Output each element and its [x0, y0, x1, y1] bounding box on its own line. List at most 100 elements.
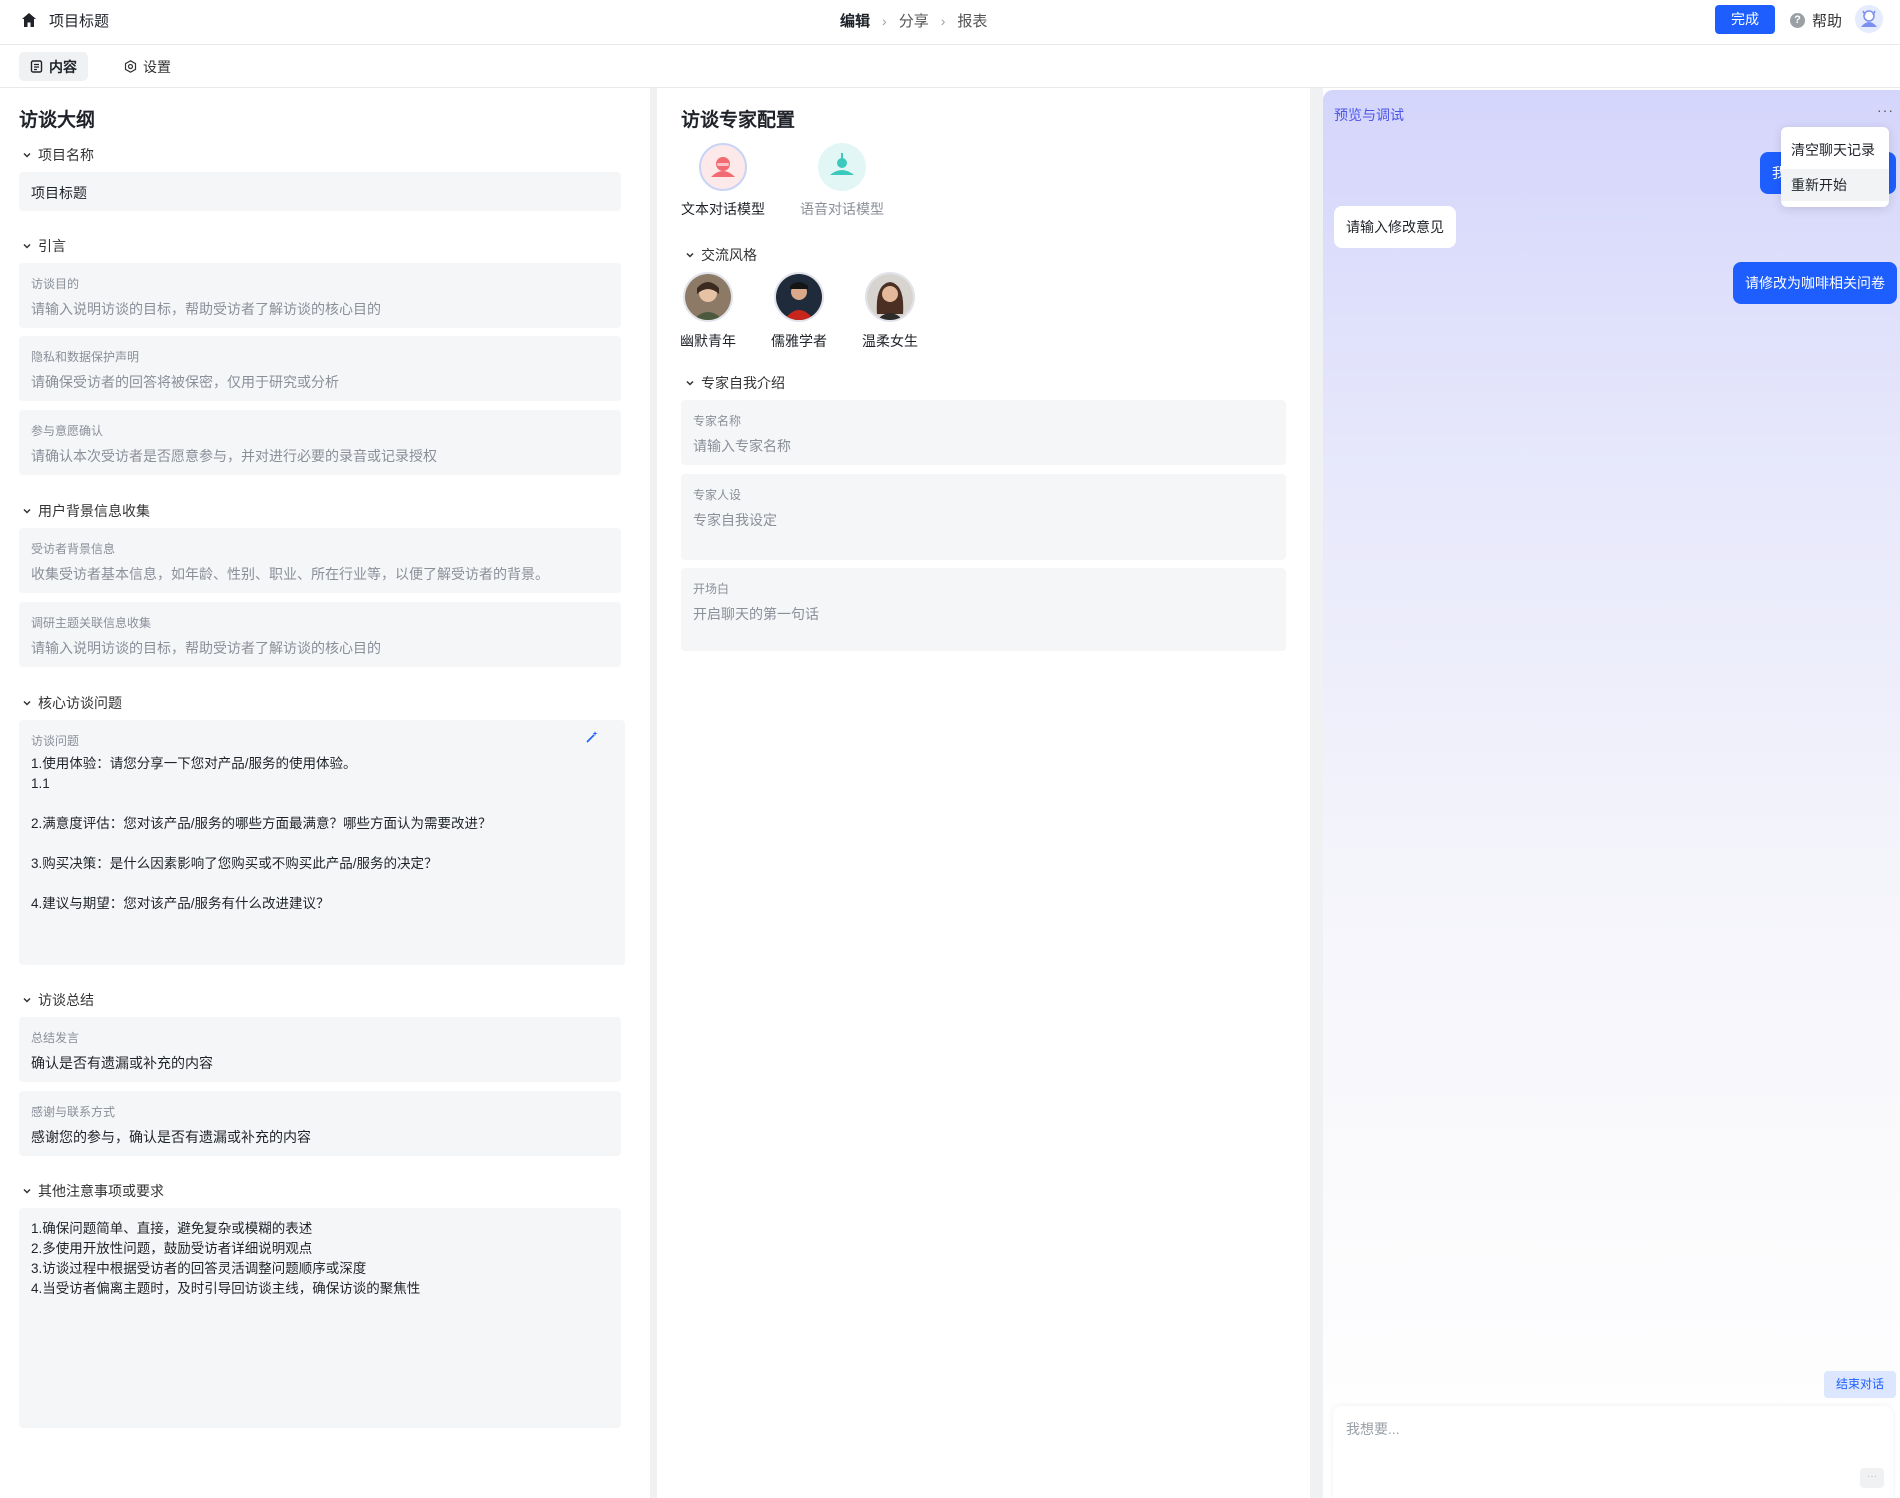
field-value: 感谢您的参与，确认是否有遗漏或补充的内容 — [31, 1129, 311, 1145]
expert-title: 访谈专家配置 — [681, 110, 796, 131]
summary-speech-field[interactable]: 总结发言 确认是否有遗漏或补充的内容 — [19, 1017, 621, 1082]
text-model-icon — [699, 143, 747, 191]
section-label: 用户背景信息收集 — [38, 503, 150, 519]
field-placeholder: 专家自我设定 — [693, 512, 777, 528]
section-label: 交流风格 — [701, 247, 757, 263]
chevron-down-icon — [23, 243, 31, 249]
text-model-label: 文本对话模型 — [681, 201, 765, 217]
section-project-name[interactable]: 项目名称 — [22, 145, 94, 165]
step-edit[interactable]: 编辑 — [840, 10, 870, 31]
notes-field[interactable]: 1.确保问题简单、直接，避免复杂或模糊的表述 2.多使用开放性问题，鼓励受访者详… — [19, 1208, 621, 1428]
voice-model-option[interactable]: 语音对话模型 — [800, 143, 884, 219]
document-icon — [30, 60, 43, 73]
core-questions-field[interactable]: 访谈问题 1.使用体验：请您分享一下您对产品/服务的使用体验。 1.1 2.满意… — [19, 720, 625, 965]
field-label: 访谈问题 — [31, 734, 80, 748]
help-link[interactable]: ? 帮助 — [1790, 10, 1842, 31]
project-title[interactable]: 项目标题 — [49, 10, 109, 31]
avatar — [865, 272, 915, 322]
tab-bar: 内容 设置 — [0, 45, 1900, 88]
tab-content[interactable]: 内容 — [19, 52, 88, 81]
field-label: 受访者背景信息 — [31, 542, 116, 556]
chevron-down-icon — [23, 152, 31, 158]
panel-divider[interactable] — [1310, 88, 1323, 1498]
field-label: 参与意愿确认 — [31, 424, 104, 438]
chat-input[interactable]: 我想要... ··· — [1333, 1406, 1893, 1498]
tab-settings-label: 设置 — [143, 58, 171, 75]
field-label: 调研主题关联信息收集 — [31, 616, 152, 630]
done-button[interactable]: 完成 — [1715, 5, 1775, 34]
voice-model-icon — [818, 143, 866, 191]
privacy-statement-field[interactable]: 隐私和数据保护声明 请确保受访者的回答将被保密，仅用于研究或分析 — [19, 336, 621, 401]
field-placeholder: 请输入说明访谈的目标，帮助受访者了解访谈的核心目的 — [31, 301, 381, 317]
avatar — [683, 272, 733, 322]
top-bar: 项目标题 编辑 › 分享 › 报表 完成 ? 帮助 — [0, 0, 1900, 45]
field-label: 专家名称 — [693, 414, 742, 428]
section-background[interactable]: 用户背景信息收集 — [22, 501, 150, 521]
preview-title: 预览与调试 — [1334, 107, 1404, 123]
question-icon: ? — [1790, 13, 1805, 28]
text-model-option[interactable]: 文本对话模型 — [681, 143, 765, 219]
chat-input-placeholder: 我想要... — [1346, 1421, 1400, 1437]
outline-panel: 访谈大纲 项目名称 项目标题 引言 访谈目的 请输入说明访谈的目标，帮助受访者了… — [0, 88, 650, 1498]
field-placeholder: 开启聊天的第一句话 — [693, 606, 819, 622]
chat-message-bot: 请输入修改意见 — [1334, 206, 1456, 248]
interview-purpose-field[interactable]: 访谈目的 请输入说明访谈的目标，帮助受访者了解访谈的核心目的 — [19, 263, 621, 328]
gear-icon — [124, 60, 137, 73]
expert-name-field[interactable]: 专家名称 请输入专家名称 — [681, 400, 1286, 465]
persona-humorous-youth[interactable]: 幽默青年 — [673, 272, 743, 351]
section-label: 其他注意事项或要求 — [38, 1183, 164, 1199]
send-icon[interactable]: ··· — [1860, 1468, 1884, 1488]
home-icon[interactable] — [20, 11, 38, 29]
section-core-questions[interactable]: 核心访谈问题 — [22, 693, 122, 713]
persona-scholar[interactable]: 儒雅学者 — [764, 272, 834, 351]
persona-label: 幽默青年 — [680, 333, 736, 349]
field-label: 总结发言 — [31, 1031, 80, 1045]
chat-message-user: 请修改为咖啡相关问卷 — [1733, 262, 1897, 304]
section-label: 引言 — [38, 238, 66, 254]
panel-divider[interactable] — [650, 88, 657, 1498]
section-expert-intro[interactable]: 专家自我介绍 — [685, 373, 785, 393]
tab-settings[interactable]: 设置 — [113, 52, 182, 81]
project-name-value: 项目标题 — [31, 185, 87, 201]
tab-content-label: 内容 — [49, 58, 77, 75]
expert-persona-field[interactable]: 专家人设 专家自我设定 — [681, 474, 1286, 560]
step-share[interactable]: 分享 — [899, 10, 929, 31]
field-value: 确认是否有遗漏或补充的内容 — [31, 1055, 213, 1071]
help-label: 帮助 — [1812, 13, 1843, 30]
thanks-contact-field[interactable]: 感谢与联系方式 感谢您的参与，确认是否有遗漏或补充的内容 — [19, 1091, 621, 1156]
end-chat-button[interactable]: 结束对话 — [1824, 1371, 1896, 1398]
section-label: 专家自我介绍 — [701, 375, 785, 391]
more-icon[interactable]: ··· — [1877, 102, 1894, 118]
section-label: 访谈总结 — [38, 992, 94, 1008]
chevron-down-icon — [23, 1188, 31, 1194]
chevron-down-icon — [23, 508, 31, 514]
expert-panel: 访谈专家配置 文本对话模型 语音对话模型 交流风格 幽默青年 儒雅学者 温柔女生… — [657, 88, 1310, 1498]
step-report[interactable]: 报表 — [957, 10, 987, 31]
user-avatar[interactable] — [1855, 5, 1883, 33]
respondent-background-field[interactable]: 受访者背景信息 收集受访者基本信息，如年龄、性别、职业、所在行业等，以便了解受访… — [19, 528, 621, 593]
section-notes[interactable]: 其他注意事项或要求 — [22, 1181, 164, 1201]
core-questions-text: 1.使用体验：请您分享一下您对产品/服务的使用体验。 1.1 2.满意度评估：您… — [31, 756, 492, 911]
field-label: 感谢与联系方式 — [31, 1105, 116, 1119]
field-placeholder: 请确认本次受访者是否愿意参与，并对进行必要的录音或记录授权 — [31, 448, 437, 464]
section-intro[interactable]: 引言 — [22, 236, 66, 256]
field-placeholder: 请输入专家名称 — [693, 438, 791, 454]
section-summary[interactable]: 访谈总结 — [22, 990, 94, 1010]
preview-panel: 预览与调试 ··· 我 请输入修改意见 请修改为咖啡相关问卷 — [1323, 88, 1900, 1498]
topic-info-field[interactable]: 调研主题关联信息收集 请输入说明访谈的目标，帮助受访者了解访谈的核心目的 — [19, 602, 621, 667]
chevron-down-icon — [686, 380, 694, 386]
persona-label: 温柔女生 — [862, 333, 918, 349]
consent-field[interactable]: 参与意愿确认 请确认本次受访者是否愿意参与，并对进行必要的录音或记录授权 — [19, 410, 621, 475]
section-style[interactable]: 交流风格 — [685, 245, 757, 265]
opening-line-field[interactable]: 开场白 开启聊天的第一句话 — [681, 568, 1286, 651]
field-label: 专家人设 — [693, 488, 742, 502]
chevron-right-icon: › — [940, 12, 946, 29]
magic-wand-icon[interactable] — [585, 730, 599, 744]
menu-item-clear-history[interactable]: 清空聊天记录 — [1791, 140, 1875, 160]
chevron-down-icon — [23, 700, 31, 706]
project-name-field[interactable]: 项目标题 — [19, 172, 621, 211]
field-label: 访谈目的 — [31, 277, 80, 291]
voice-model-label: 语音对话模型 — [800, 201, 884, 217]
persona-gentle-girl[interactable]: 温柔女生 — [855, 272, 925, 351]
menu-item-restart[interactable]: 重新开始 — [1781, 169, 1889, 201]
